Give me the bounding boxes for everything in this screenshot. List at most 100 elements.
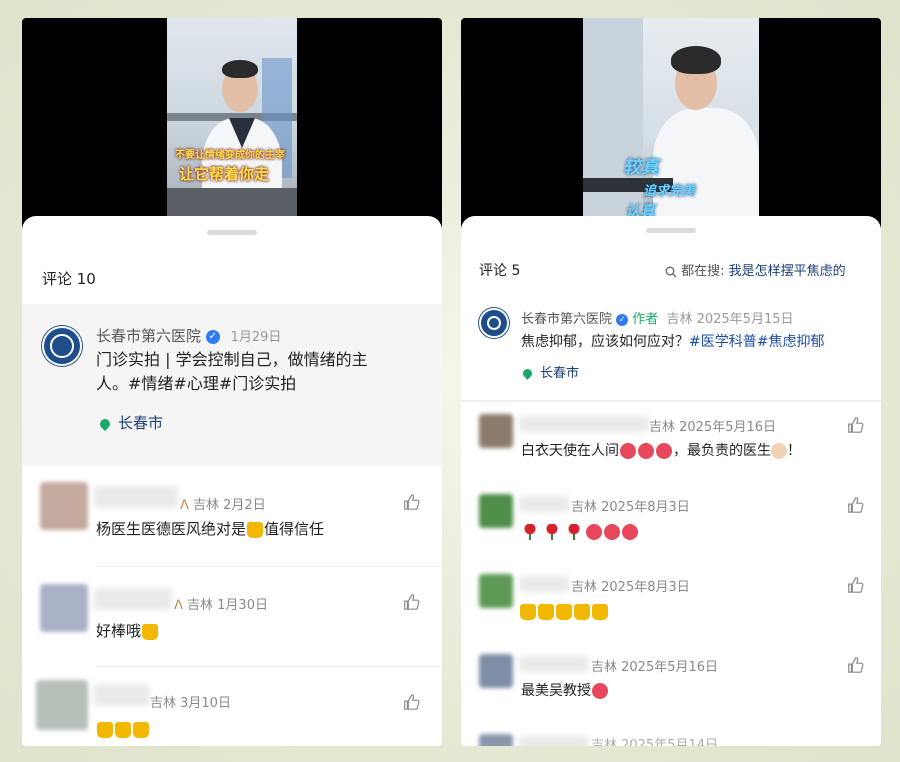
video-caption-line-2: 追求完美 (643, 184, 696, 199)
comment-text: 白衣天使在人间 ，最负责的医生！ (521, 443, 801, 459)
doctor-emoji (771, 443, 787, 459)
video-caption-line-1: 较真 (623, 157, 659, 178)
thumbs-up-emoji (520, 603, 536, 620)
left-screenshot: 不要让情绪变成你的主宰 让它帮着你走 评论 10 长春市第六医院 ✓ 1月29日… (22, 18, 442, 746)
hospital-logo-avatar[interactable] (42, 326, 82, 366)
comment-item: 吉林 2025年8月3日 (461, 492, 881, 562)
post-location[interactable]: 长春市 (97, 412, 163, 433)
video-frame: 较真 追求完美 认真 (583, 18, 759, 233)
post-author[interactable]: 长春市第六医院 ✓ 1月29日 (96, 325, 281, 346)
comment-text (519, 522, 639, 540)
video-caption-line-1: 不要让情绪变成你的主宰 (175, 150, 285, 161)
drag-handle[interactable] (646, 228, 696, 233)
comment-count: 评论 5 (479, 263, 521, 279)
post-location[interactable]: 长春市 (521, 362, 579, 381)
video-player[interactable]: 较真 追求完美 认真 (461, 18, 881, 233)
thumbs-up-emoji (592, 603, 608, 620)
search-icon (665, 266, 677, 277)
post-text: 焦虑抑郁，应该如何应对？#医学科普#焦虑抑郁 (521, 334, 825, 350)
comment-meta: 吉林 2025年8月3日 (571, 500, 690, 515)
comment-meta: ᐱ 吉林 1月30日 (174, 598, 268, 613)
comment-item: ᐱ 吉林 1月30日 好棒哦 (22, 578, 442, 668)
rose-emoji (568, 523, 580, 540)
verified-badge-icon: ✓ (616, 313, 629, 326)
comment-item: 吉林 3月10日 (22, 678, 442, 746)
author-tag: 作者 (632, 312, 659, 327)
comment-count: 评论 10 (42, 270, 96, 288)
comment-item: 吉林 2025年5月16日 白衣天使在人间 ，最负责的医生！ (461, 412, 881, 482)
original-post: 长春市第六医院 ✓ 作者 吉林 2025年5月15日 焦虑抑郁，应该如何应对？#… (461, 294, 881, 398)
commenter-avatar[interactable] (40, 584, 88, 632)
heart-emoji (620, 443, 636, 459)
hospital-logo-avatar[interactable] (479, 308, 509, 338)
commenter-avatar[interactable] (479, 734, 513, 746)
like-thumb-icon[interactable] (846, 576, 864, 594)
location-pin-icon (521, 367, 534, 380)
commenter-avatar[interactable] (40, 482, 88, 530)
post-meta: 吉林 2025年5月15日 (666, 312, 794, 327)
divider (96, 566, 442, 567)
commenter-name-blurred[interactable] (94, 684, 150, 706)
like-thumb-icon[interactable] (402, 493, 420, 511)
location-pin-icon (97, 416, 113, 431)
commenter-name-blurred[interactable] (519, 576, 569, 592)
thumbs-up-emoji (556, 603, 572, 620)
video-caption-line-2: 让它帮着你走 (179, 165, 270, 183)
like-thumb-icon[interactable] (846, 496, 864, 514)
commenter-name-blurred[interactable] (519, 496, 569, 512)
comment-meta: ᐱ 吉林 2月2日 (180, 498, 266, 513)
like-thumb-icon[interactable] (846, 656, 864, 674)
like-thumb-icon[interactable] (402, 593, 420, 611)
drag-handle[interactable] (207, 230, 257, 235)
commenter-avatar[interactable] (479, 494, 513, 528)
commenter-avatar[interactable] (479, 414, 513, 448)
like-thumb-icon[interactable] (846, 416, 864, 434)
comment-meta: 吉林 2025年5月14日 (591, 738, 719, 746)
verified-badge-icon: ✓ (205, 329, 220, 344)
commenter-name-blurred[interactable] (519, 656, 589, 672)
comment-sheet: 评论 10 长春市第六医院 ✓ 1月29日 门诊实拍 | 学会控制自己，做情绪的… (22, 216, 442, 746)
post-author[interactable]: 长春市第六医院 ✓ 作者 吉林 2025年5月15日 (521, 308, 793, 327)
commenter-avatar[interactable] (479, 654, 513, 688)
comment-item: ᐱ 吉林 2月2日 杨医生医德医风绝对是 值得信任 (22, 478, 442, 568)
commenter-avatar[interactable] (36, 680, 88, 730)
heart-emoji (586, 523, 602, 540)
section-divider (461, 400, 881, 402)
trending-search-link[interactable]: 都在搜: 我是怎样摆平焦虑的 (665, 260, 846, 279)
post-date: 1月29日 (230, 330, 282, 345)
comment-sheet: 评论 5 都在搜: 我是怎样摆平焦虑的 长春市第六医院 ✓ 作者 吉林 2025… (461, 216, 881, 746)
commenter-name-blurred[interactable] (94, 588, 172, 610)
thumbs-up-emoji (133, 721, 149, 738)
heart-emoji (604, 523, 620, 540)
comment-text: 杨医生医德医风绝对是 值得信任 (96, 520, 325, 538)
comment-meta: 吉林 2025年8月3日 (571, 580, 690, 595)
like-thumb-icon[interactable] (402, 693, 420, 711)
video-player[interactable]: 不要让情绪变成你的主宰 让它帮着你走 (22, 18, 442, 233)
comment-item: 吉林 2025年5月16日 最美吴教授 (461, 652, 881, 722)
heart-emoji (592, 683, 608, 699)
heart-emoji (656, 443, 672, 459)
thumbs-up-emoji (115, 721, 131, 738)
thumbs-up-emoji (97, 721, 113, 738)
thumbs-up-emoji (574, 603, 590, 620)
comment-text: 最美吴教授 (521, 680, 609, 700)
commenter-name-blurred[interactable] (519, 416, 649, 432)
comment-text (519, 602, 609, 620)
commenter-name-blurred[interactable] (94, 486, 178, 508)
comment-item: 吉林 2025年8月3日 (461, 572, 881, 642)
heart-emoji (622, 523, 638, 540)
commenter-avatar[interactable] (479, 574, 513, 608)
commenter-name-blurred[interactable] (519, 736, 589, 746)
thumbs-up-emoji (247, 521, 264, 538)
original-post: 长春市第六医院 ✓ 1月29日 门诊实拍 | 学会控制自己，做情绪的主人。#情绪… (22, 304, 442, 466)
comment-meta: 吉林 2025年5月16日 (591, 660, 719, 675)
post-text: 门诊实拍 | 学会控制自己，做情绪的主人。#情绪#心理#门诊实拍 (96, 350, 368, 393)
rose-emoji (546, 523, 558, 540)
comment-text (96, 720, 150, 738)
comment-text: 好棒哦 (96, 620, 159, 641)
video-frame: 不要让情绪变成你的主宰 让它帮着你走 (167, 18, 297, 233)
rose-emoji (524, 523, 536, 540)
divider (96, 666, 442, 667)
right-screenshot: 较真 追求完美 认真 评论 5 都在搜: 我是怎样摆平焦虑的 长春市第六医院 ✓… (461, 18, 881, 746)
thumbs-up-emoji (538, 603, 554, 620)
